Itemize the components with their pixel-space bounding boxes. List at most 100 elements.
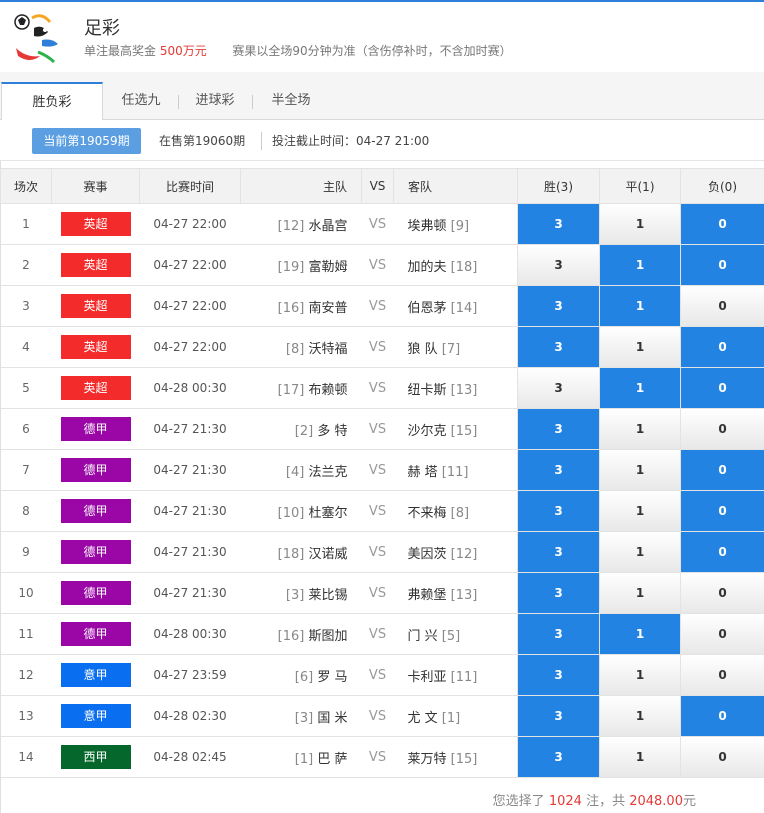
win-option-cell: 3 <box>517 244 600 286</box>
home-team: [16] 南安普 <box>240 285 362 327</box>
table-row: 9 德甲 04-27 21:30 [18] 汉诺威 VS 美因茨 [12] 3 1 0 <box>0 531 764 573</box>
lose-option[interactable]: 0 <box>681 737 764 777</box>
away-team: 狼 队 [7] <box>393 326 518 368</box>
tab-win-lose[interactable]: 胜负彩 <box>1 82 103 121</box>
max-prize-amount: 500万元 <box>159 44 207 58</box>
away-team: 门 兴 [5] <box>393 613 518 655</box>
draw-option[interactable]: 1 <box>600 204 680 244</box>
league-cell: 德甲 <box>51 572 140 614</box>
lose-option[interactable]: 0 <box>681 696 764 736</box>
lose-option[interactable]: 0 <box>681 573 764 613</box>
draw-option[interactable]: 1 <box>600 450 680 490</box>
away-team: 不来梅 [8] <box>393 490 518 532</box>
header-lose: 负(0) <box>680 168 764 204</box>
header-vs: VS <box>361 168 394 204</box>
win-option-cell: 3 <box>517 613 600 655</box>
draw-option[interactable]: 1 <box>600 245 680 285</box>
win-option[interactable]: 3 <box>518 532 599 572</box>
home-team: [2] 多 特 <box>240 408 362 450</box>
lose-option[interactable]: 0 <box>681 286 764 326</box>
win-option[interactable]: 3 <box>518 573 599 613</box>
bet-count: 1024 <box>548 794 582 809</box>
win-option[interactable]: 3 <box>518 491 599 531</box>
match-time: 04-27 23:59 <box>139 654 241 696</box>
home-rank: [12] <box>277 218 305 234</box>
win-option[interactable]: 3 <box>518 614 599 654</box>
win-option[interactable]: 3 <box>518 286 599 326</box>
draw-option-cell: 1 <box>599 613 681 655</box>
table-row: 1 英超 04-27 22:00 [12] 水晶宫 VS 埃弗顿 [9] 3 1 0 <box>0 203 764 245</box>
lose-option[interactable]: 0 <box>681 491 764 531</box>
draw-option-cell: 1 <box>599 408 681 450</box>
match-table: 场次 赛事 比赛时间 主队 VS 客队 胜(3) 平(1) 负(0) 1 英超 04… <box>0 168 764 778</box>
win-option[interactable]: 3 <box>518 204 599 244</box>
lose-option[interactable]: 0 <box>681 368 764 408</box>
header-home: 主队 <box>240 168 362 204</box>
away-rank: [8] <box>450 505 470 521</box>
draw-option[interactable]: 1 <box>600 573 680 613</box>
current-issue-button[interactable]: 当前第19059期 <box>32 128 141 154</box>
lose-option[interactable]: 0 <box>681 532 764 572</box>
lose-option-cell: 0 <box>680 572 764 614</box>
lose-option[interactable]: 0 <box>681 204 764 244</box>
win-option[interactable]: 3 <box>518 655 599 695</box>
home-rank: [1] <box>294 751 314 767</box>
home-name: 汉诺威 <box>308 546 348 562</box>
draw-option[interactable]: 1 <box>600 409 680 449</box>
league-badge: 德甲 <box>60 581 131 605</box>
lose-option[interactable]: 0 <box>681 409 764 449</box>
bet-deadline: 投注截止时间：04-27 21:00 <box>272 134 430 148</box>
home-rank: [10] <box>277 505 305 521</box>
win-option[interactable]: 3 <box>518 450 599 490</box>
home-name: 法兰克 <box>308 464 348 480</box>
win-option[interactable]: 3 <box>518 327 599 367</box>
tab-half-full[interactable]: 半全场 <box>262 82 320 120</box>
match-time: 04-27 22:00 <box>139 326 241 368</box>
table-row: 13 意甲 04-28 02:30 [3] 国 米 VS 尤 文 [1] 3 1 0 <box>0 695 764 737</box>
play-type-tabs: 胜负彩 任选九 进球彩 半全场 <box>0 72 764 121</box>
win-option-cell: 3 <box>517 326 600 368</box>
lose-option-cell: 0 <box>680 326 764 368</box>
lose-option[interactable]: 0 <box>681 245 764 285</box>
win-option-cell: 3 <box>517 572 600 614</box>
lose-option[interactable]: 0 <box>681 450 764 490</box>
draw-option-cell: 1 <box>599 654 681 696</box>
draw-option[interactable]: 1 <box>600 327 680 367</box>
match-time: 04-27 21:30 <box>139 408 241 450</box>
lose-option[interactable]: 0 <box>681 614 764 654</box>
draw-option[interactable]: 1 <box>600 614 680 654</box>
league-badge: 意甲 <box>60 663 131 687</box>
win-option[interactable]: 3 <box>518 245 599 285</box>
tab-goals[interactable]: 进球彩 <box>186 82 244 120</box>
home-name: 斯图加 <box>308 628 348 644</box>
win-option-cell: 3 <box>517 449 600 491</box>
league-badge: 德甲 <box>60 499 131 523</box>
next-issue-button[interactable]: 在售第19060期 <box>159 128 245 154</box>
league-cell: 英超 <box>51 285 140 327</box>
lose-option[interactable]: 0 <box>681 655 764 695</box>
home-name: 多 特 <box>317 423 348 439</box>
draw-option[interactable]: 1 <box>600 655 680 695</box>
tab-pick-nine[interactable]: 任选九 <box>112 82 170 120</box>
match-no: 9 <box>0 531 52 573</box>
home-team: [3] 国 米 <box>240 695 362 737</box>
win-option[interactable]: 3 <box>518 737 599 777</box>
league-cell: 德甲 <box>51 613 140 655</box>
draw-option[interactable]: 1 <box>600 532 680 572</box>
draw-option[interactable]: 1 <box>600 491 680 531</box>
away-name: 卡利亚 <box>407 669 447 685</box>
lose-option-cell: 0 <box>680 408 764 450</box>
home-rank: [18] <box>277 546 305 562</box>
win-option[interactable]: 3 <box>518 368 599 408</box>
draw-option[interactable]: 1 <box>600 696 680 736</box>
away-name: 加的夫 <box>407 259 447 275</box>
win-option[interactable]: 3 <box>518 696 599 736</box>
draw-option[interactable]: 1 <box>600 737 680 777</box>
draw-option[interactable]: 1 <box>600 368 680 408</box>
lose-option[interactable]: 0 <box>681 327 764 367</box>
win-option[interactable]: 3 <box>518 409 599 449</box>
draw-option-cell: 1 <box>599 531 681 573</box>
table-row: 14 西甲 04-28 02:45 [1] 巴 萨 VS 莱万特 [15] 3 1 0 <box>0 736 764 778</box>
away-name: 美因茨 <box>407 546 447 562</box>
draw-option[interactable]: 1 <box>600 286 680 326</box>
